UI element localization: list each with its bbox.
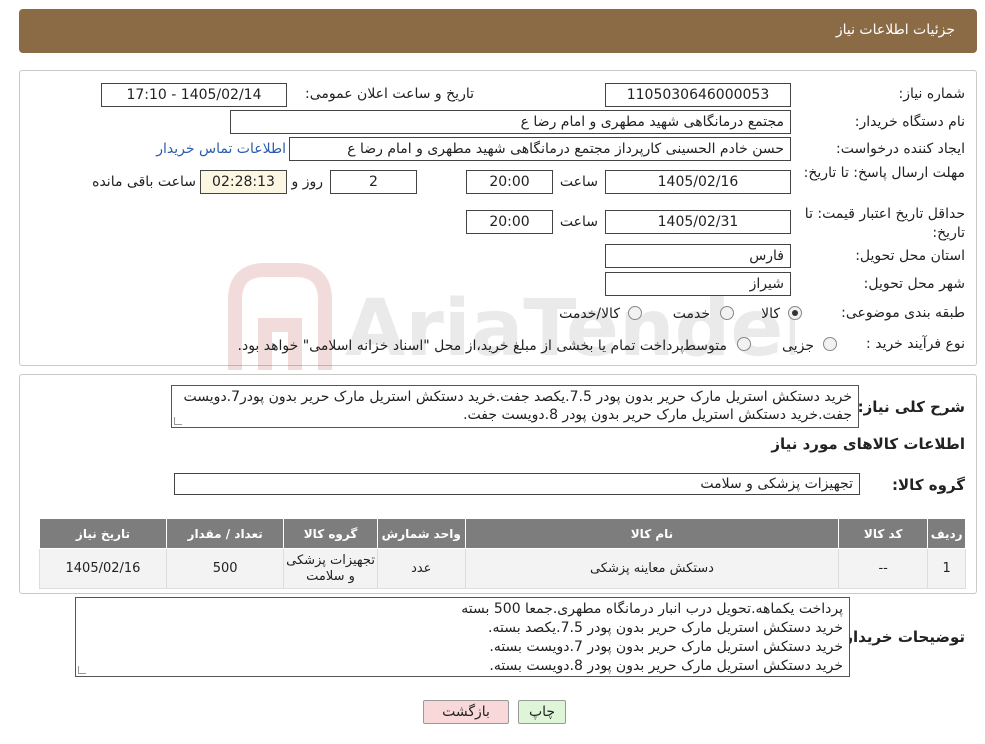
header-item-code: کد کالا xyxy=(838,518,929,549)
category-option-service: خدمت xyxy=(672,306,710,322)
table-row: 1 -- دستکش معاینه پزشکی عدد تجهیزات پزشک… xyxy=(39,548,966,589)
table-header-row: ردیف کد کالا نام کالا واحد شمارش گروه کا… xyxy=(39,518,966,549)
deadline-time-label: ساعت xyxy=(559,174,598,190)
buyer-contact-link[interactable]: اطلاعات تماس خریدار xyxy=(156,141,286,157)
header-group: گروه کالا xyxy=(283,518,378,549)
cell-group: تجهیزات پزشکی و سلامت xyxy=(283,548,378,589)
items-table: ردیف کد کالا نام کالا واحد شمارش گروه کا… xyxy=(39,518,966,589)
cell-item-code: -- xyxy=(838,548,929,589)
validity-time-label: ساعت xyxy=(559,214,598,230)
category-label: طبقه بندی موضوعی: xyxy=(841,305,965,321)
validity-label-text: حداقل تاریخ اعتبار قیمت: تا تاریخ: xyxy=(804,206,965,241)
requester-label: ایجاد کننده درخواست: xyxy=(836,141,965,157)
process-radio-medium[interactable] xyxy=(737,337,751,351)
days-label: روز و xyxy=(291,174,324,190)
category-radio-service[interactable] xyxy=(720,306,734,320)
process-radio-minor[interactable] xyxy=(823,337,837,351)
header-item-name: نام کالا xyxy=(464,518,840,549)
process-option-medium: متوسط xyxy=(683,338,727,354)
province-field: فارس xyxy=(605,244,791,268)
deadline-label-text: مهلت ارسال پاسخ: تا تاریخ: xyxy=(803,165,965,181)
validity-time-field: 20:00 xyxy=(466,210,553,234)
buyer-note-line: پرداخت یکماهه.تحویل درب انبار درمانگاه م… xyxy=(461,601,843,617)
buyer-note-line: خرید دستکش استریل مارک حریر بدون پودر 8.… xyxy=(489,658,843,674)
cell-quantity: 500 xyxy=(165,548,285,589)
remaining-label: ساعت باقی مانده xyxy=(92,174,196,190)
deadline-time-field: 20:00 xyxy=(466,170,553,194)
buyer-notes-textarea[interactable]: پرداخت یکماهه.تحویل درب انبار درمانگاه م… xyxy=(75,597,850,677)
buyer-note-line: خرید دستکش استریل مارک حریر بدون پودر 7.… xyxy=(489,639,843,655)
page-header: جزئیات اطلاعات نیاز xyxy=(19,9,977,53)
page-title: جزئیات اطلاعات نیاز xyxy=(835,22,955,38)
days-field: 2 xyxy=(330,170,417,194)
validity-date-field: 1405/02/31 xyxy=(605,210,791,234)
summary-label: شرح کلی نیاز: xyxy=(857,398,965,416)
requester-field: حسن خادم الحسینی کارپرداز مجتمع درمانگاه… xyxy=(289,137,791,161)
deadline-date-field: 1405/02/16 xyxy=(605,170,791,194)
buyer-org-field: مجتمع درمانگاهی شهید مطهری و امام رضا ع xyxy=(230,110,791,134)
header-row-number: ردیف xyxy=(927,518,966,549)
summary-text: خرید دستکش استریل مارک حریر بدون پودر 7.… xyxy=(183,389,852,423)
city-label: شهر محل تحویل: xyxy=(863,276,965,292)
print-button[interactable]: چاپ xyxy=(518,700,566,724)
city-field: شیراز xyxy=(605,272,791,296)
remaining-time-field: 02:28:13 xyxy=(200,170,287,194)
process-label: نوع فرآیند خرید : xyxy=(866,336,965,352)
buyer-note-line: خرید دستکش استریل مارک حریر بدون پودر 7.… xyxy=(488,620,843,636)
goods-info-title: اطلاعات کالاهای مورد نیاز xyxy=(771,435,965,453)
header-need-date: تاریخ نیاز xyxy=(39,518,167,549)
category-radio-goods-service[interactable] xyxy=(628,306,642,320)
need-number-field: 1105030646000053 xyxy=(605,83,791,107)
validity-label: حداقل تاریخ اعتبار قیمت: تا تاریخ: xyxy=(785,205,965,243)
category-radio-goods[interactable] xyxy=(788,306,802,320)
need-number-label: شماره نیاز: xyxy=(898,86,966,102)
cell-item-name: دستکش معاینه پزشکی xyxy=(464,548,840,589)
summary-textarea[interactable]: خرید دستکش استریل مارک حریر بدون پودر 7.… xyxy=(171,385,859,428)
resize-grip[interactable] xyxy=(174,417,182,425)
header-unit: واحد شمارش xyxy=(376,518,466,549)
deadline-label: مهلت ارسال پاسخ: تا تاریخ: xyxy=(795,164,965,183)
category-option-goods: کالا xyxy=(761,306,780,322)
header-quantity: تعداد / مقدار xyxy=(165,518,285,549)
process-option-minor: جزیی xyxy=(782,338,814,354)
process-note: پرداخت تمام یا بخشی از مبلغ خرید،از محل … xyxy=(237,338,684,354)
buyer-notes-label: توضیحات خریدار: xyxy=(838,628,965,646)
back-button[interactable]: بازگشت xyxy=(423,700,509,724)
announce-label: تاریخ و ساعت اعلان عمومی: xyxy=(305,86,474,102)
cell-need-date: 1405/02/16 xyxy=(39,548,167,589)
category-option-goods-service: کالا/خدمت xyxy=(559,306,620,322)
resize-grip[interactable] xyxy=(78,666,86,674)
buyer-org-label: نام دستگاه خریدار: xyxy=(854,114,965,130)
province-label: استان محل تحویل: xyxy=(855,248,965,264)
goods-group-label: گروه کالا: xyxy=(892,476,965,494)
cell-unit: عدد xyxy=(376,548,466,589)
cell-row-number: 1 xyxy=(927,548,966,589)
goods-group-field: تجهیزات پزشکی و سلامت xyxy=(174,473,860,495)
announce-field: 1405/02/14 - 17:10 xyxy=(101,83,287,107)
